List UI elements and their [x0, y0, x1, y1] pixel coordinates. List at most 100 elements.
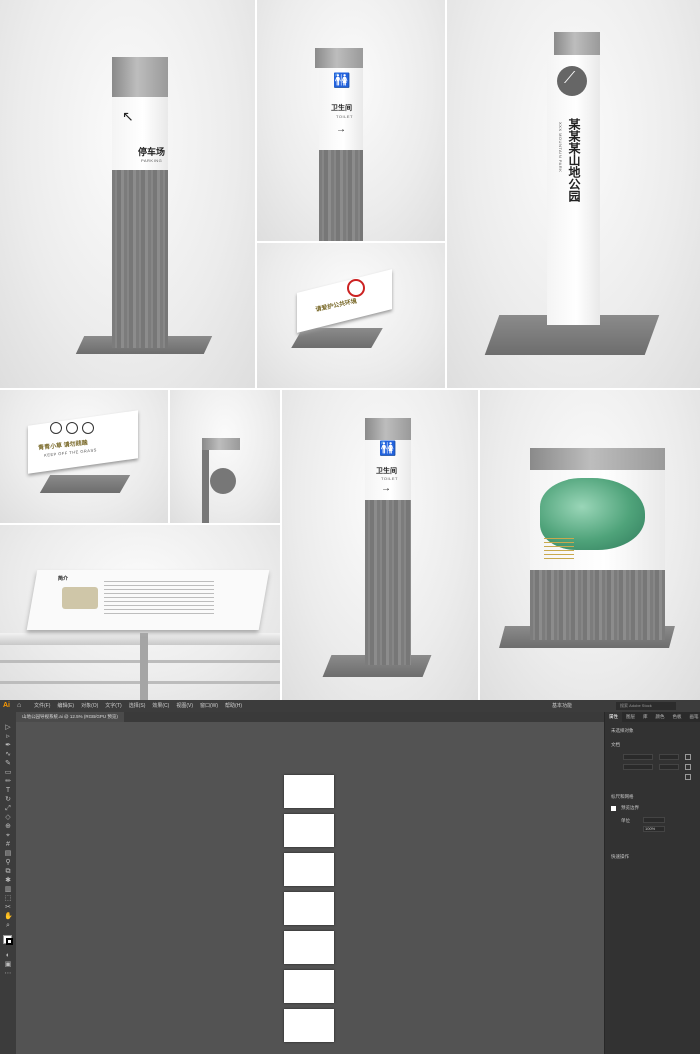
panel-grass-sign: 青青小草 请勿践踏 KEEP OFF THE GRASS	[0, 390, 168, 523]
artboard-6[interactable]	[284, 970, 334, 1003]
artboard-height-field[interactable]	[623, 764, 653, 770]
menu-object[interactable]: 对象(O)	[81, 700, 98, 712]
scale-tool-icon[interactable]: ⤢	[4, 805, 12, 813]
park-logo-mark: ⟋	[564, 70, 576, 87]
zoom-value: 100%	[645, 826, 656, 831]
type-tool-icon[interactable]: T	[4, 787, 12, 795]
artboard-y-field[interactable]	[659, 764, 679, 770]
panel-map-board	[480, 390, 700, 700]
mesh-tool-icon[interactable]: #	[4, 841, 12, 849]
toilet-subtitle: TOILET	[381, 476, 398, 481]
symbol-tool-icon[interactable]: ✱	[4, 877, 12, 885]
prohibition-icons	[50, 422, 94, 434]
orientation-portrait-button[interactable]	[685, 754, 691, 760]
toilet-icon: 🚻	[379, 440, 397, 456]
wall-pole	[202, 438, 209, 523]
home-icon[interactable]: ⌂	[17, 702, 21, 710]
perspective-tool-icon[interactable]: ⌖	[4, 832, 12, 840]
tab-swatches[interactable]: 色板	[669, 712, 686, 722]
artboard-5[interactable]	[284, 931, 334, 964]
screen-mode-icon[interactable]: ▣	[4, 961, 12, 969]
brush-tool-icon[interactable]: ✎	[4, 760, 12, 768]
menu-file[interactable]: 文件(F)	[34, 700, 50, 712]
artboard-x-field[interactable]	[659, 754, 679, 760]
sign-base	[39, 475, 131, 493]
menu-effect[interactable]: 效果(C)	[152, 700, 169, 712]
unit-select[interactable]	[643, 817, 665, 823]
document-tab[interactable]: 山地公园导视系统.ai @ 12.5% (RGB/GPU 预览)	[16, 712, 124, 722]
menu-window[interactable]: 窗口(W)	[200, 700, 218, 712]
gradient-tool-icon[interactable]: ▤	[4, 850, 12, 858]
quick-actions-label: 快速操作	[611, 854, 629, 859]
shape-builder-tool-icon[interactable]: ⊕	[4, 823, 12, 831]
sign-cap	[530, 448, 665, 470]
stroke-color-swatch[interactable]	[6, 938, 13, 945]
rulers-section-label: 标尺和网格	[611, 794, 634, 799]
menu-edit[interactable]: 编辑(E)	[57, 700, 74, 712]
pen-tool-icon[interactable]: ✒	[4, 742, 12, 750]
no-pets-icon	[66, 422, 78, 434]
sign-cap	[315, 48, 363, 68]
edit-toolbar-icon[interactable]: ⋯	[4, 970, 12, 978]
no-walking-icon	[347, 279, 365, 297]
sign-post	[530, 570, 665, 640]
artboard-tool-icon[interactable]: ⬚	[4, 895, 12, 903]
orientation-landscape-button[interactable]	[685, 764, 691, 770]
menu-view[interactable]: 视图(V)	[176, 700, 193, 712]
align-button[interactable]	[685, 774, 691, 780]
slice-tool-icon[interactable]: ✂	[4, 904, 12, 912]
blend-tool-icon[interactable]: ⧉	[4, 868, 12, 876]
artboard-4[interactable]	[284, 892, 334, 925]
artboard-3[interactable]	[284, 853, 334, 886]
artboard-2[interactable]	[284, 814, 334, 847]
artboard-1[interactable]	[284, 775, 334, 808]
menu-type[interactable]: 文字(T)	[105, 700, 121, 712]
graph-tool-icon[interactable]: ▥	[4, 886, 12, 894]
no-picking-icon	[82, 422, 94, 434]
unit-label: 单位	[621, 818, 630, 823]
selection-tool-icon[interactable]: ▷	[4, 724, 12, 732]
panel-tabs: 属性 图层 库 颜色 色板 画笔	[605, 712, 700, 722]
rotate-tool-icon[interactable]: ↻	[4, 796, 12, 804]
park-logo-icon	[210, 468, 236, 494]
toilet-arrow: →	[381, 483, 391, 494]
artboard-7[interactable]	[284, 1009, 334, 1042]
eyedropper-tool-icon[interactable]: ⚲	[4, 859, 12, 867]
workspace-switcher[interactable]: 基本功能	[552, 702, 572, 710]
stock-search-input[interactable]: 搜索 Adobe Stock	[616, 702, 676, 710]
tab-color[interactable]: 颜色	[652, 712, 669, 722]
panel-care-sign: 请爱护公共环境	[257, 243, 445, 388]
map-legend	[544, 538, 574, 560]
rail-title: 简介	[58, 576, 69, 582]
tab-brushes[interactable]: 画笔	[686, 712, 700, 722]
eraser-tool-icon[interactable]: ◇	[4, 814, 12, 822]
no-smoking-icon	[50, 422, 62, 434]
sign-cap	[112, 57, 168, 97]
draw-mode-icon[interactable]: ◐	[4, 952, 12, 960]
sign-cap	[554, 32, 600, 56]
tools-panel: ▷ ▹ ✒ ∿ ✎ ▭ ✏ T ↻ ⤢ ◇ ⊕ ⌖ # ▤ ⚲ ⧉ ✱ ▥ ⬚ …	[0, 712, 16, 1054]
parking-subtitle: PARKING	[141, 158, 163, 163]
canvas[interactable]	[16, 722, 604, 1054]
tab-properties[interactable]: 属性	[605, 712, 622, 722]
rail-body-text	[104, 581, 214, 615]
rectangle-tool-icon[interactable]: ▭	[4, 769, 12, 777]
preview-bounds-checkbox[interactable]	[611, 806, 616, 811]
menu-select[interactable]: 选择(S)	[129, 700, 146, 712]
tab-libraries[interactable]: 库	[639, 712, 652, 722]
pencil-tool-icon[interactable]: ✏	[4, 778, 12, 786]
toilet-subtitle: TOILET	[336, 114, 353, 119]
hand-tool-icon[interactable]: ✋	[4, 913, 13, 921]
park-name-title: 某某某山地公园	[567, 118, 581, 202]
toilet-arrow: →	[336, 124, 346, 135]
zoom-tool-icon[interactable]: ⌕	[4, 922, 12, 930]
menu-help[interactable]: 帮助(H)	[225, 700, 242, 712]
document-section-label: 文档	[611, 742, 620, 747]
artboard-width-field[interactable]	[623, 754, 653, 760]
direct-selection-tool-icon[interactable]: ▹	[4, 733, 12, 741]
parking-title: 停车场	[138, 147, 166, 157]
panel-wall-sign	[170, 390, 280, 523]
curvature-tool-icon[interactable]: ∿	[4, 751, 12, 759]
tab-layers[interactable]: 图层	[622, 712, 639, 722]
panel-rail-sign: 简介	[0, 525, 280, 700]
